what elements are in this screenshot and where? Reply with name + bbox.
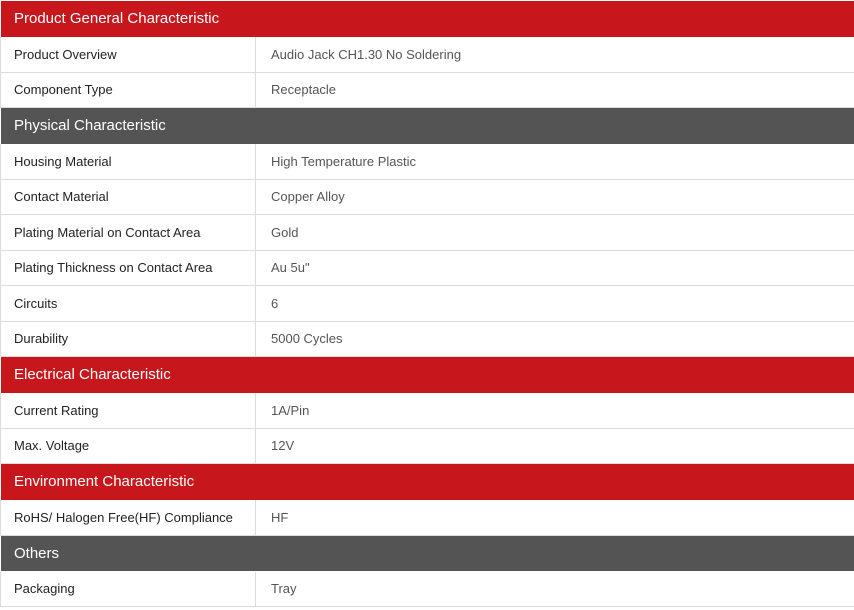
spec-value: High Temperature Plastic [255, 143, 854, 180]
section-header-physical: Physical Characteristic [0, 107, 854, 144]
section-title: Environment Characteristic [0, 463, 854, 500]
spec-label: Current Rating [0, 392, 256, 429]
spec-label: Housing Material [0, 143, 256, 180]
spec-label: Max. Voltage [0, 427, 256, 464]
spec-value: Tray [255, 570, 854, 607]
spec-value: 6 [255, 285, 854, 322]
table-row: Durability 5000 Cycles [0, 320, 854, 357]
spec-value: Au 5u" [255, 249, 854, 286]
table-row: Circuits 6 [0, 285, 854, 322]
spec-value: Gold [255, 214, 854, 251]
spec-label: Plating Thickness on Contact Area [0, 249, 256, 286]
table-row: Current Rating 1A/Pin [0, 392, 854, 429]
spec-label: Product Overview [0, 36, 256, 73]
spec-table: Product General Characteristic Product O… [0, 0, 854, 607]
section-header-others: Others [0, 535, 854, 571]
spec-value: 12V [255, 427, 854, 464]
section-header-environment: Environment Characteristic [0, 463, 854, 500]
spec-value: Receptacle [255, 71, 854, 108]
spec-value: 5000 Cycles [255, 320, 854, 357]
table-row: Component Type Receptacle [0, 71, 854, 108]
section-title: Physical Characteristic [0, 107, 854, 144]
section-title: Others [0, 535, 854, 571]
table-row: Housing Material High Temperature Plasti… [0, 143, 854, 180]
table-row: Packaging Tray [0, 570, 854, 607]
spec-label: Component Type [0, 71, 256, 108]
spec-label: Plating Material on Contact Area [0, 214, 256, 251]
section-title: Product General Characteristic [0, 0, 854, 37]
spec-label: Durability [0, 320, 256, 357]
spec-label: Packaging [0, 570, 256, 607]
section-header-electrical: Electrical Characteristic [0, 356, 854, 393]
table-row: Plating Material on Contact Area Gold [0, 214, 854, 251]
table-row: Plating Thickness on Contact Area Au 5u" [0, 249, 854, 286]
spec-label: Circuits [0, 285, 256, 322]
spec-value: 1A/Pin [255, 392, 854, 429]
table-row: Product Overview Audio Jack CH1.30 No So… [0, 36, 854, 73]
spec-label: RoHS/ Halogen Free(HF) Compliance [0, 499, 256, 536]
spec-value: Audio Jack CH1.30 No Soldering [255, 36, 854, 73]
section-header-product-general: Product General Characteristic [0, 0, 854, 37]
table-row: Contact Material Copper Alloy [0, 178, 854, 215]
spec-value: Copper Alloy [255, 178, 854, 215]
spec-label: Contact Material [0, 178, 256, 215]
spec-value: HF [255, 499, 854, 536]
table-row: Max. Voltage 12V [0, 427, 854, 464]
section-title: Electrical Characteristic [0, 356, 854, 393]
table-row: RoHS/ Halogen Free(HF) Compliance HF [0, 499, 854, 536]
